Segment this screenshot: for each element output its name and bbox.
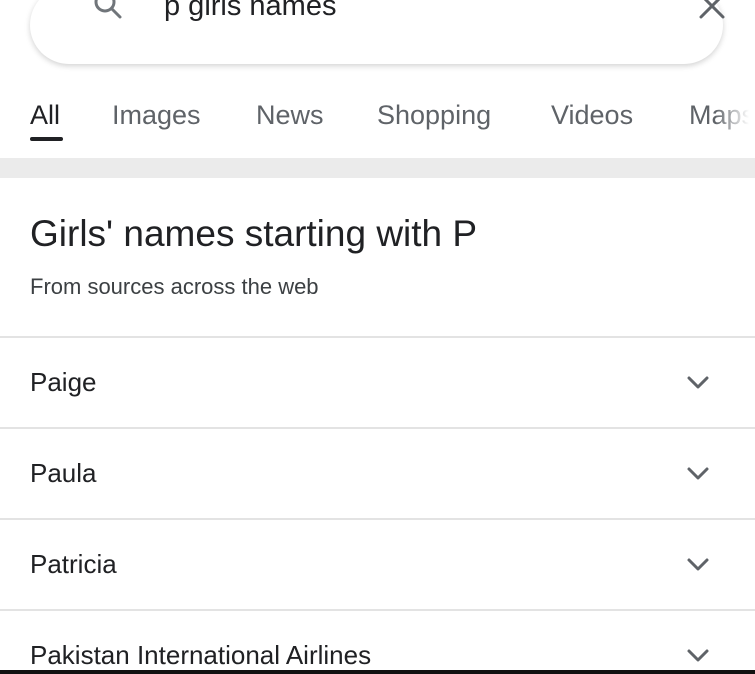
tab-videos[interactable]: Videos [551, 99, 633, 131]
search-icon [94, 0, 122, 19]
list-item-pakistan-international-airlines[interactable]: Pakistan International Airlines [0, 611, 755, 674]
active-tab-indicator [30, 137, 63, 141]
search-bar[interactable]: p girls names [30, 0, 725, 64]
tab-all[interactable]: All [30, 99, 60, 131]
section-separator [0, 158, 755, 178]
search-results-page: p girls names All Images News Shopping V… [0, 0, 755, 674]
tab-news[interactable]: News [256, 99, 324, 131]
chevron-down-icon [687, 467, 709, 480]
list-item-paige[interactable]: Paige [0, 338, 755, 427]
names-list: Paige Paula Patricia Pakistan Internatio… [0, 336, 755, 674]
panel-subtitle: From sources across the web [30, 274, 319, 299]
list-item-label: Patricia [30, 549, 117, 579]
tab-shopping[interactable]: Shopping [377, 99, 491, 131]
search-input[interactable]: p girls names [164, 0, 336, 24]
chevron-down-icon [687, 558, 709, 571]
tabs-fade-overlay [715, 90, 755, 152]
panel-title: Girls' names starting with P [30, 213, 478, 254]
chevron-down-icon [687, 376, 709, 389]
close-icon[interactable] [694, 0, 730, 24]
search-tabs: All Images News Shopping Videos Maps [0, 90, 755, 152]
list-item-paula[interactable]: Paula [0, 429, 755, 518]
list-item-label: Pakistan International Airlines [30, 640, 372, 670]
list-item-label: Paige [30, 367, 97, 397]
list-item-patricia[interactable]: Patricia [0, 520, 755, 609]
list-item-label: Paula [30, 458, 97, 488]
tab-images[interactable]: Images [112, 99, 201, 131]
screenshot-bottom-edge [0, 670, 755, 674]
chevron-down-icon [687, 649, 709, 662]
